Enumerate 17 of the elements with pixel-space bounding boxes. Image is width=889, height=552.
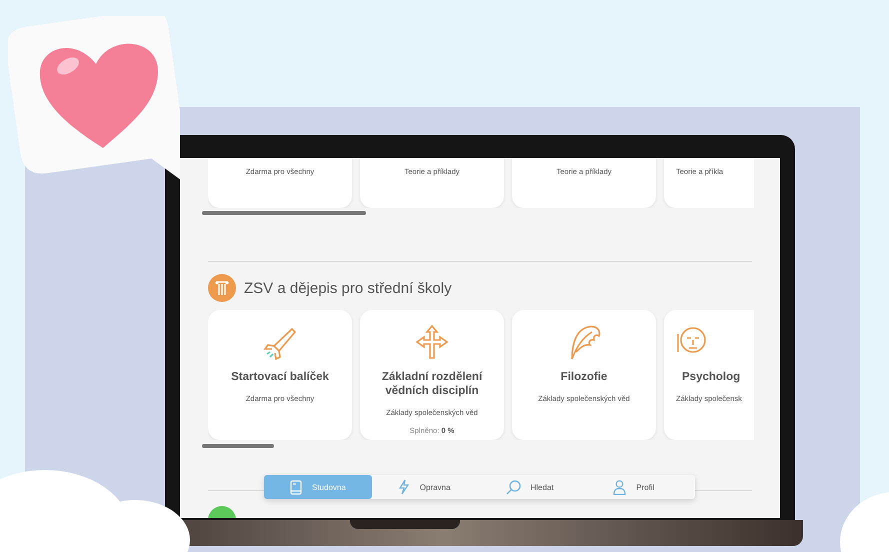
branching-arrows-icon [414,324,450,360]
column-icon [208,274,236,302]
person-icon [613,480,626,494]
card-title: Psycholog [682,370,740,384]
card-title: Základní rozdělení vědních disciplín [380,370,484,398]
card-title: Filozofie [560,370,608,384]
rocket-icon [262,326,298,360]
nav-tab[interactable]: Profil [587,475,695,499]
search-icon [506,480,520,494]
scrollbar[interactable] [202,444,274,448]
nav-tab[interactable]: Hledat [480,475,588,499]
section-title: ZSV a dějepis pro střední školy [244,280,452,296]
book-icon [290,480,302,494]
nav-tab[interactable]: Opravna [372,475,480,499]
scrollbar[interactable] [202,211,366,215]
card-title: Startovací balíček [231,370,329,384]
lightning-icon [398,479,410,495]
